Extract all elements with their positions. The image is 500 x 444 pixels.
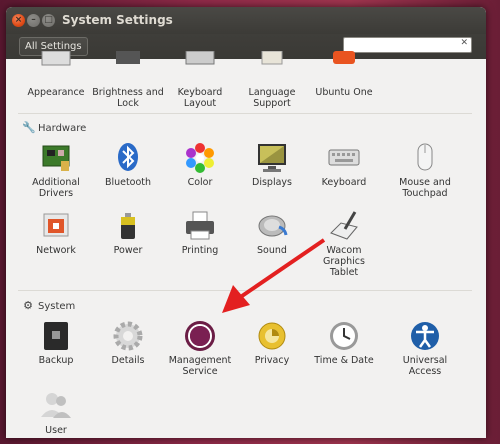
system-settings-window: × – □ System Settings All Settings ✕ App… bbox=[6, 7, 486, 438]
annotation-arrow bbox=[222, 238, 326, 313]
